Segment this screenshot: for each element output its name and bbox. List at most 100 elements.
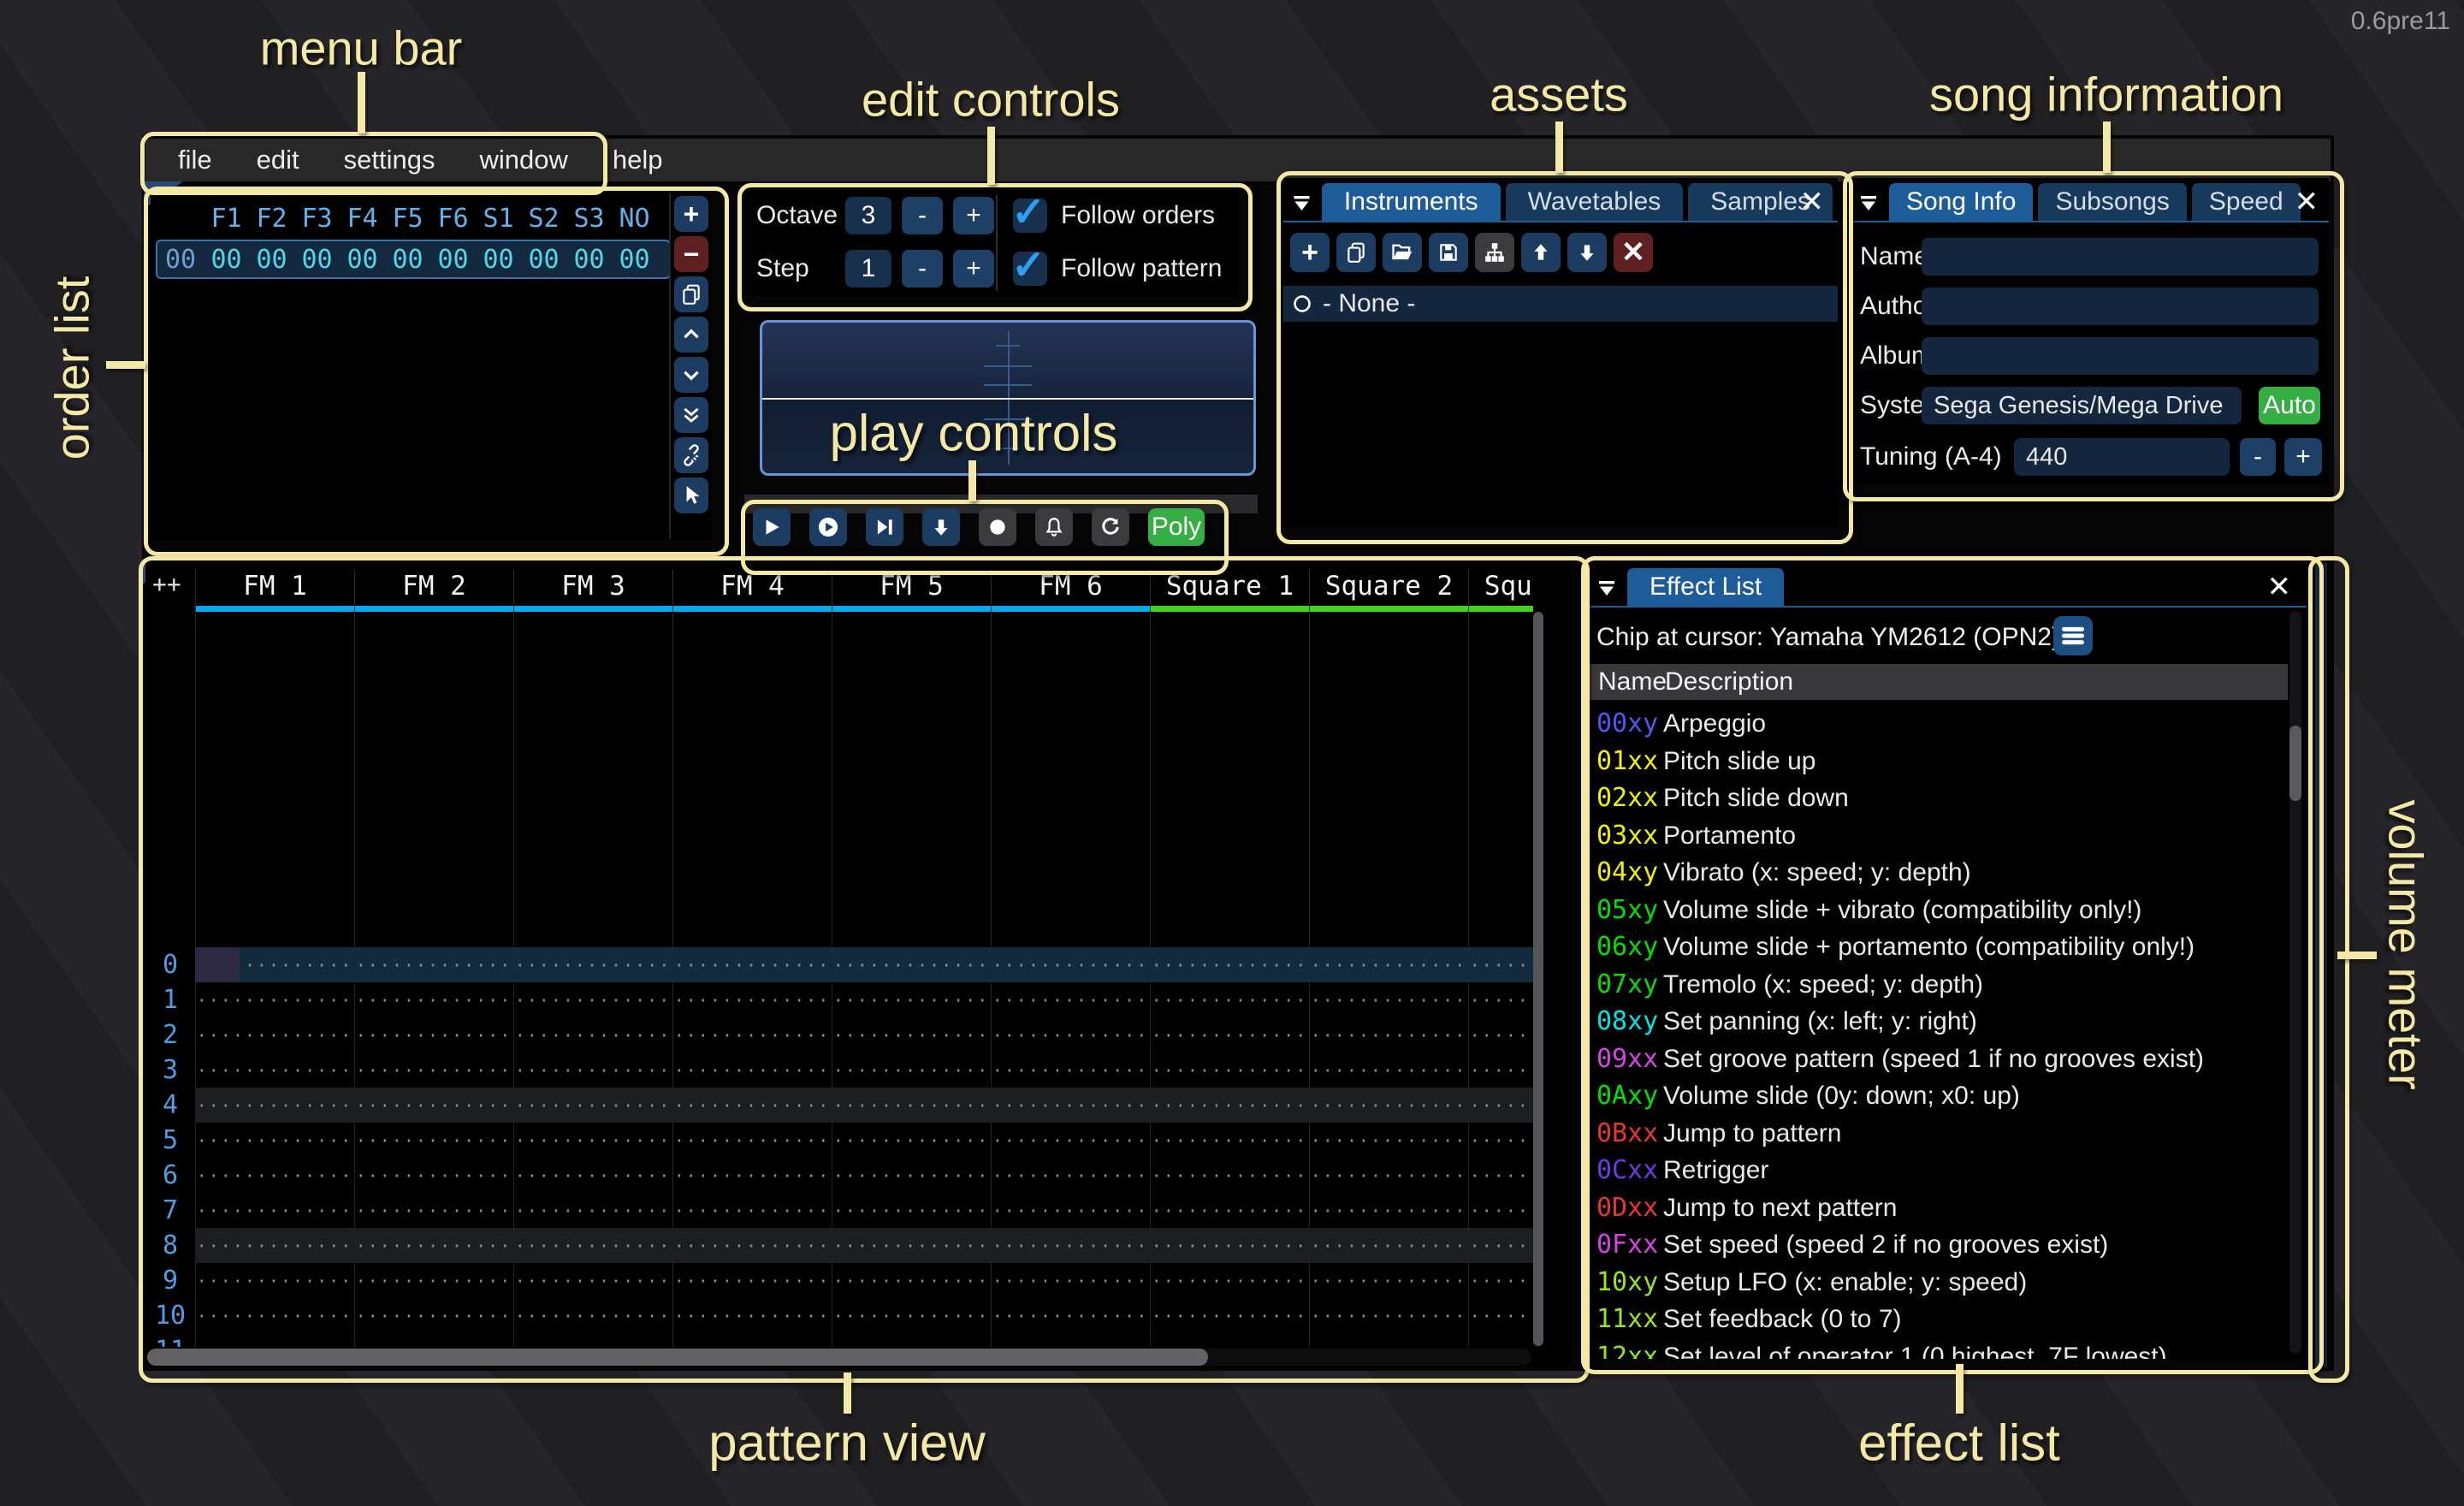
order-cell[interactable]: 00 [340, 245, 385, 275]
pattern-cell[interactable]: ············· [513, 1130, 672, 1151]
effect-row[interactable]: 02xx Pitch slide down [1588, 780, 2286, 817]
pattern-cell[interactable]: ············· [991, 990, 1150, 1011]
pattern-cell[interactable]: ············· [991, 1236, 1150, 1256]
pattern-cell[interactable]: ············· [1309, 1130, 1468, 1151]
order-cell[interactable]: 00 [430, 245, 476, 275]
row-cells[interactable]: ············· ············· ············… [195, 1052, 1533, 1088]
channel-header[interactable]: FM 4 [672, 570, 832, 612]
menu-item[interactable]: file [156, 145, 234, 175]
pattern-cell[interactable]: ············· [1309, 1236, 1468, 1256]
pattern-cell[interactable]: ············· [1150, 1025, 1309, 1046]
row-cells[interactable]: ············· ············· ············… [195, 1228, 1533, 1263]
step-minus-button[interactable]: - [902, 250, 943, 288]
follow-orders-checkbox[interactable]: ✓ [1013, 199, 1047, 233]
remove-order-button[interactable]: − [674, 236, 708, 272]
pattern-cell[interactable]: ············· [1150, 1095, 1309, 1116]
assets-tab[interactable]: Wavetables [1506, 183, 1684, 221]
pattern-cell[interactable]: ············· [1309, 1306, 1468, 1326]
auto-system-button[interactable]: Auto [2259, 387, 2320, 424]
row-cells[interactable]: ············· ············· ············… [195, 1333, 1533, 1347]
pattern-cell[interactable]: ············· [195, 1306, 354, 1326]
row-cells[interactable]: ············· ············· ············… [195, 1017, 1533, 1052]
row-cells[interactable]: ············· ············· ············… [195, 1298, 1533, 1333]
pattern-cell[interactable]: ············· [832, 1060, 991, 1081]
pattern-cell[interactable]: ············· [1309, 1201, 1468, 1221]
pattern-cell[interactable]: ············· [832, 1130, 991, 1151]
pattern-cell[interactable]: ············· [672, 1271, 832, 1291]
pattern-cell[interactable]: ············· [991, 1095, 1150, 1116]
pattern-cell[interactable]: ············· [672, 1165, 832, 1186]
collapse-icon[interactable] [1857, 193, 1881, 214]
pattern-cell[interactable]: ············· [991, 955, 1150, 975]
pattern-row[interactable]: 9 ············· ············· ··········… [145, 1263, 1533, 1298]
order-cell[interactable]: 00 [204, 245, 249, 275]
pattern-cell[interactable]: ············· [513, 1060, 672, 1081]
play-pattern-button[interactable] [809, 508, 847, 546]
tuning-plus-button[interactable]: + [2284, 438, 2322, 476]
duplicate-order-button[interactable] [674, 276, 708, 312]
pattern-row[interactable]: 3 ············· ············· ··········… [145, 1052, 1533, 1088]
pattern-cell[interactable]: ············· [354, 1341, 513, 1348]
edit-record-button[interactable] [979, 508, 1016, 546]
pattern-row[interactable]: 4 ············· ············· ··········… [145, 1088, 1533, 1123]
effect-row[interactable]: 04xy Vibrato (x: speed; y: depth) [1588, 854, 2286, 892]
pattern-cell[interactable]: ············· [195, 1130, 354, 1151]
pattern-cell[interactable]: ············· [1468, 1165, 1533, 1186]
row-cells[interactable]: ············· ············· ············… [195, 1158, 1533, 1193]
effect-row[interactable]: 0Fxx Set speed (speed 2 if no grooves ex… [1588, 1226, 2286, 1264]
pattern-cell[interactable]: ············· [513, 1306, 672, 1326]
channel-header[interactable]: FM 1 [195, 570, 354, 612]
order-down-button[interactable] [674, 357, 708, 393]
metronome-button[interactable] [1035, 508, 1073, 546]
pattern-cell[interactable]: ············· [832, 1095, 991, 1116]
pattern-cell[interactable]: ············· [195, 1201, 354, 1221]
pattern-cell[interactable]: ············· [1468, 1271, 1533, 1291]
pattern-cell[interactable]: ············· [195, 955, 354, 975]
order-cell[interactable]: 00 [612, 245, 657, 275]
follow-pattern-checkbox[interactable]: ✓ [1013, 252, 1047, 286]
pattern-cell[interactable]: ············· [513, 990, 672, 1011]
order-up-button[interactable] [674, 317, 708, 353]
pattern-row[interactable]: 2 ············· ············· ··········… [145, 1017, 1533, 1052]
effect-row[interactable]: 11xx Set feedback (0 to 7) [1588, 1301, 2286, 1338]
pattern-cell[interactable]: ············· [672, 1025, 832, 1046]
channel-header[interactable]: FM 2 [354, 570, 513, 612]
menu-item[interactable]: edit [234, 145, 322, 175]
pattern-cell[interactable]: ············· [832, 1201, 991, 1221]
pattern-cell[interactable]: ············· [354, 1306, 513, 1326]
pattern-cell[interactable]: ············· [991, 1306, 1150, 1326]
pattern-cell[interactable]: ············· [672, 1095, 832, 1116]
menu-item[interactable]: window [457, 145, 589, 175]
pattern-cell[interactable]: ············· [832, 1271, 991, 1291]
pattern-cell[interactable]: ············· [1150, 1165, 1309, 1186]
order-bottom-button[interactable] [674, 397, 708, 433]
pattern-cell[interactable]: ············· [672, 990, 832, 1011]
pattern-cell[interactable]: ············· [513, 1095, 672, 1116]
pattern-row[interactable]: 0 ············· ············· ··········… [145, 947, 1533, 982]
album-field[interactable] [1922, 337, 2319, 375]
order-row[interactable]: 00 00000000000000000000 [156, 240, 671, 279]
move-asset-up-button[interactable] [1521, 233, 1561, 272]
pattern-cell[interactable]: ············· [1309, 1025, 1468, 1046]
pattern-cell[interactable]: ············· [1150, 1130, 1309, 1151]
pattern-cell[interactable]: ············· [1309, 955, 1468, 975]
pattern-row[interactable]: 11 ············· ············· ·········… [145, 1333, 1533, 1347]
pattern-row[interactable]: 7 ············· ············· ··········… [145, 1193, 1533, 1228]
close-icon[interactable]: ✕ [1800, 185, 1825, 219]
pattern-cell[interactable]: ············· [195, 1341, 354, 1348]
effect-row[interactable]: 00xy Arpeggio [1588, 705, 2286, 743]
effect-row[interactable]: 0Dxx Jump to next pattern [1588, 1189, 2286, 1227]
pattern-cell[interactable]: ············· [832, 1165, 991, 1186]
pattern-cell[interactable]: ············· [1309, 1060, 1468, 1081]
pattern-cell[interactable]: ············· [195, 1060, 354, 1081]
row-cells[interactable]: ············· ············· ············… [195, 947, 1533, 982]
channel-header[interactable]: FM 5 [832, 570, 991, 612]
pattern-cell[interactable]: ············· [513, 1201, 672, 1221]
pattern-cell[interactable]: ············· [991, 1130, 1150, 1151]
pattern-cell[interactable]: ············· [1468, 990, 1533, 1011]
pattern-cell[interactable]: ············· [1309, 1341, 1468, 1348]
octave-plus-button[interactable]: + [953, 197, 994, 234]
pattern-row[interactable]: 10 ············· ············· ·········… [145, 1298, 1533, 1333]
pattern-cell[interactable]: ············· [513, 1236, 672, 1256]
pattern-cell[interactable]: ············· [513, 1025, 672, 1046]
